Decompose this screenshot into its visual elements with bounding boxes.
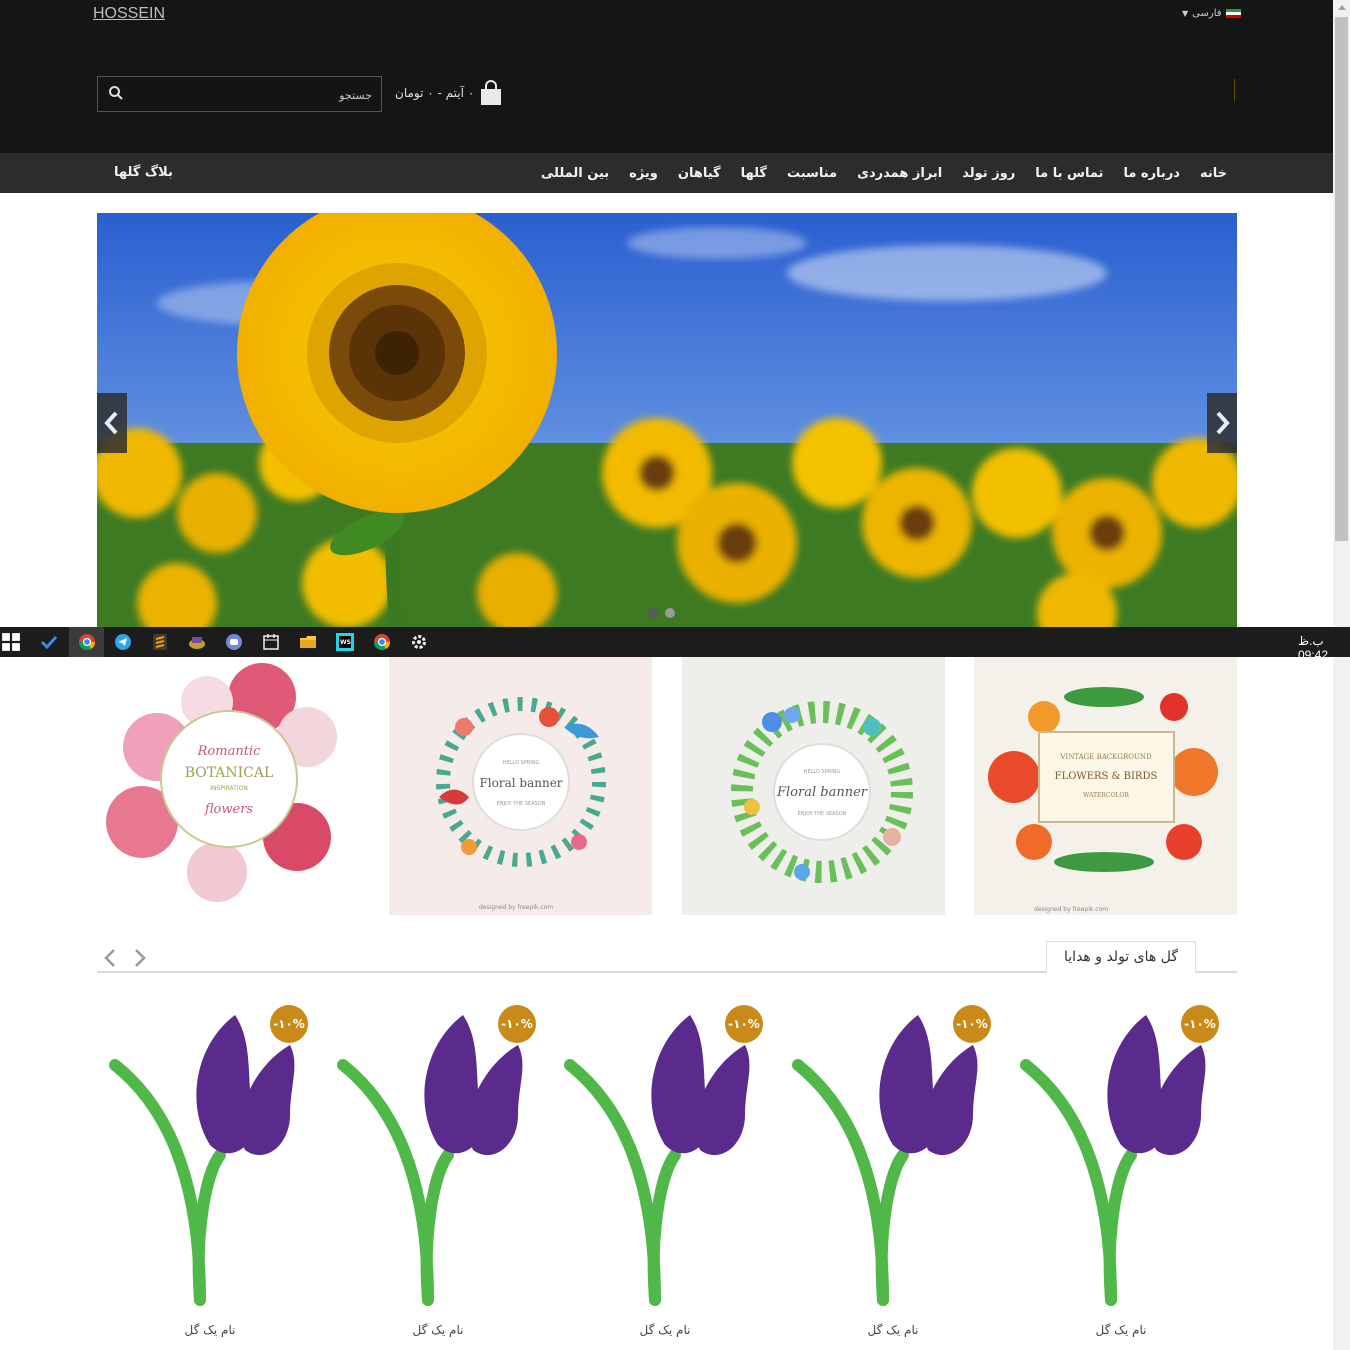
tulip-image <box>792 1015 978 1306</box>
telegram-icon[interactable] <box>114 633 132 651</box>
product-card[interactable]: -۱۰% نام یک گل <box>333 1005 553 1345</box>
product-card[interactable]: -۱۰% نام یک گل <box>105 1005 325 1345</box>
product-card[interactable]: -۱۰% نام یک گل <box>1016 1005 1236 1345</box>
search-box <box>97 76 382 113</box>
banner-credit: designed by freepik.com <box>1034 906 1108 913</box>
banner-line: FLOWERS & BIRDS <box>1055 771 1158 782</box>
banner-line: ENJOY THE SEASON <box>798 811 847 817</box>
banner-line: ENJOY THE SEASON <box>497 801 546 807</box>
chevron-down-icon: ▼ <box>1182 9 1189 18</box>
chevron-right-icon <box>1216 411 1230 435</box>
carousel-prev-icon[interactable] <box>100 947 120 969</box>
cart-text: ۰ آیتم - ۰ تومان <box>395 86 475 100</box>
sublime-icon[interactable] <box>151 633 169 651</box>
banner-line: BOTANICAL <box>185 765 274 781</box>
banner-line: HELLO SPRING <box>804 769 841 775</box>
tulip-image <box>337 1015 523 1306</box>
shopping-bag-icon <box>481 80 502 105</box>
language-label: فارسی <box>1192 8 1222 19</box>
nav-item-blog[interactable]: بلاگ گلها <box>114 153 173 193</box>
slider-dots <box>648 608 675 618</box>
carousel-next-icon[interactable] <box>130 947 150 969</box>
product-name[interactable]: نام یک گل <box>1016 1323 1226 1337</box>
sunflower-field-image <box>97 213 1237 627</box>
floral-wreath-image: HELLO SPRING Floral banner ENJOY THE SEA… <box>731 701 913 883</box>
nav-item-occasion[interactable]: مناسبت <box>787 166 837 181</box>
product-name[interactable]: نام یک گل <box>788 1323 998 1337</box>
product-name[interactable]: نام یک گل <box>560 1323 770 1337</box>
webstorm-icon[interactable]: WS <box>336 633 354 651</box>
nav-item-sympathy[interactable]: ابراز همدردی <box>857 166 942 181</box>
language-selector[interactable]: ▼ فارسی <box>1182 8 1241 19</box>
nav-item-international[interactable]: بین المللی <box>541 166 609 181</box>
chevron-left-icon <box>104 411 118 435</box>
banner-line: flowers <box>204 802 254 817</box>
site-header: HOSSEIN ▼ فارسی فروشگاه گلها ۰ آیتم - ۰ … <box>0 0 1333 153</box>
svg-text:فروشگاه گلها: فروشگاه گلها <box>1232 74 1235 112</box>
nav-item-about[interactable]: درباره ما <box>1123 166 1180 181</box>
slider-next-button[interactable] <box>1207 393 1237 453</box>
tulip-image <box>564 1015 750 1306</box>
banner-romantic-botanical[interactable]: Romantic BOTANICAL INSPIRATION flowers <box>97 657 360 915</box>
slider-dot[interactable] <box>648 608 658 618</box>
nav-item-special[interactable]: ویژه <box>629 166 658 181</box>
nav-item-home[interactable]: خانه <box>1200 166 1227 181</box>
search-icon[interactable] <box>108 85 124 101</box>
peony-wreath-image: Romantic BOTANICAL INSPIRATION flowers <box>106 663 337 902</box>
search-input[interactable] <box>138 77 374 113</box>
nav-menu: خانه درباره ما تماس با ما روز تولد ابراز… <box>541 153 1227 193</box>
settings-gear-icon[interactable] <box>410 633 428 651</box>
banner-line: INSPIRATION <box>210 785 248 792</box>
banner-line: HELLO SPRING <box>503 760 540 766</box>
discount-badge: -۱۰% <box>953 1005 991 1043</box>
product-card[interactable]: -۱۰% نام یک گل <box>560 1005 780 1345</box>
slider-prev-button[interactable] <box>97 393 127 453</box>
scrollbar-thumb[interactable] <box>1335 17 1348 541</box>
discount-badge: -۱۰% <box>725 1005 763 1043</box>
floral-wreath-image: HELLO SPRING Floral banner ENJOY THE SEA… <box>436 697 606 911</box>
windows-start-icon[interactable] <box>1 632 21 652</box>
main-nav: خانه درباره ما تماس با ما روز تولد ابراز… <box>0 153 1333 193</box>
svg-text:WS: WS <box>340 639 351 646</box>
banner-credit: designed by freepik.com <box>479 904 553 911</box>
taskbar-clock[interactable]: ب.ظ 09:42 <box>1298 634 1350 662</box>
tulip-image <box>1020 1015 1206 1306</box>
banner-line: Floral banner <box>776 785 868 800</box>
banner-line: WATERCOLOR <box>1083 792 1129 799</box>
banner-floral-blue[interactable]: HELLO SPRING Floral banner ENJOY THE SEA… <box>682 657 945 915</box>
discount-badge: -۱۰% <box>1181 1005 1219 1043</box>
slider-dot[interactable] <box>665 608 675 618</box>
hero-slider <box>97 213 1237 627</box>
cart-summary[interactable]: ۰ آیتم - ۰ تومان <box>395 78 502 108</box>
store-logo[interactable]: فروشگاه گلها <box>1020 60 1236 122</box>
product-card[interactable]: -۱۰% نام یک گل <box>788 1005 1008 1345</box>
discord-icon[interactable] <box>225 633 243 651</box>
nav-item-flowers[interactable]: گلها <box>741 166 767 181</box>
nav-item-contact[interactable]: تماس با ما <box>1035 166 1103 181</box>
chrome-icon[interactable] <box>78 633 96 651</box>
product-name[interactable]: نام یک گل <box>333 1323 543 1337</box>
nav-item-plants[interactable]: گیاهان <box>678 166 721 181</box>
banner-vintage-flowers-birds[interactable]: VINTAGE BACKGROUND FLOWERS & BIRDS WATER… <box>974 657 1237 915</box>
banner-line: Romantic <box>197 744 261 759</box>
chrome-icon[interactable] <box>373 633 391 651</box>
banner-line: VINTAGE BACKGROUND <box>1059 753 1152 761</box>
calendar-icon[interactable] <box>262 633 280 651</box>
tulip-image <box>109 1015 295 1306</box>
floral-frame-image: VINTAGE BACKGROUND FLOWERS & BIRDS WATER… <box>988 687 1218 913</box>
section-tab-birthday-gifts[interactable]: گل های تولد و هدایا <box>1046 941 1196 973</box>
iran-flag-icon <box>1225 8 1241 19</box>
winrar-icon[interactable] <box>188 633 206 651</box>
banner-floral-birds[interactable]: HELLO SPRING Floral banner ENJOY THE SEA… <box>389 657 652 915</box>
scroll-up-icon[interactable] <box>1338 5 1346 10</box>
nav-item-birthday[interactable]: روز تولد <box>962 166 1015 181</box>
discount-badge: -۱۰% <box>270 1005 308 1043</box>
banner-line: Floral banner <box>479 776 562 790</box>
product-name[interactable]: نام یک گل <box>105 1323 315 1337</box>
file-explorer-icon[interactable] <box>299 633 317 651</box>
user-account-link[interactable]: HOSSEIN <box>93 5 165 23</box>
todo-check-icon[interactable] <box>40 633 58 651</box>
discount-badge: -۱۰% <box>498 1005 536 1043</box>
